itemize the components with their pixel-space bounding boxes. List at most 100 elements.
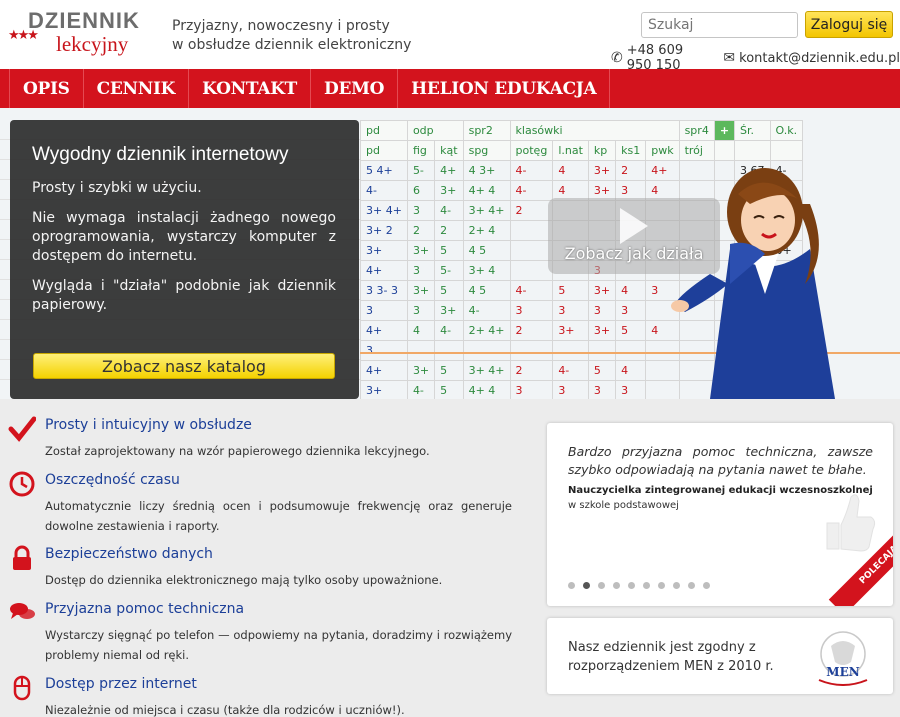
table-cell[interactable] [509, 240, 554, 261]
table-cell[interactable] [462, 340, 511, 361]
table-cell[interactable]: 3+ [360, 380, 408, 399]
table-cell[interactable]: 5 [434, 240, 464, 261]
table-cell[interactable]: 3+ [434, 180, 464, 201]
table-cell[interactable]: 4- [360, 180, 408, 201]
table-cell[interactable]: 2 [406, 220, 436, 241]
carousel-dot[interactable] [628, 582, 635, 589]
table-cell[interactable]: 2 [509, 320, 554, 341]
table-cell[interactable]: 4+ [360, 360, 408, 381]
catalog-button[interactable]: Zobacz nasz katalog [33, 353, 335, 379]
nav-item-demo[interactable]: DEMO [311, 69, 399, 108]
table-cell[interactable]: 4 5 [462, 280, 511, 301]
table-cell[interactable] [406, 340, 436, 361]
table-cell[interactable]: 3 [509, 300, 554, 321]
nav-item-kontakt[interactable]: KONTAKT [189, 69, 312, 108]
table-cell[interactable]: 5- [406, 160, 436, 181]
table-cell[interactable]: 4- [434, 320, 464, 341]
table-cell[interactable]: 3+ [587, 320, 617, 341]
table-cell[interactable]: 2 [509, 200, 554, 221]
search-input[interactable] [641, 12, 798, 38]
table-cell[interactable]: 4+ [360, 260, 408, 281]
table-cell[interactable]: 3+ [406, 240, 436, 261]
carousel-dot[interactable] [688, 582, 695, 589]
table-cell[interactable] [587, 340, 617, 361]
nav-item-helion-edukacja[interactable]: HELION EDUKACJA [398, 69, 611, 108]
carousel-dot[interactable] [658, 582, 665, 589]
table-cell[interactable]: 2+ 4 [462, 220, 511, 241]
table-cell[interactable]: 5 [434, 360, 464, 381]
table-cell[interactable] [509, 220, 554, 241]
table-cell[interactable]: 3+ [406, 360, 436, 381]
table-cell[interactable] [615, 340, 647, 361]
carousel-dot[interactable] [643, 582, 650, 589]
add-column-button[interactable]: + [713, 120, 736, 141]
carousel-dot[interactable] [613, 582, 620, 589]
table-cell[interactable]: 4+ [434, 160, 464, 181]
table-cell[interactable]: 3 [406, 300, 436, 321]
table-cell[interactable]: 3 3- 3 [360, 280, 408, 301]
carousel-dot[interactable] [598, 582, 605, 589]
table-cell[interactable]: 5 [434, 380, 464, 399]
table-cell[interactable]: 3 [360, 340, 408, 361]
carousel-dot[interactable] [703, 582, 710, 589]
table-cell[interactable]: 4- [434, 200, 464, 221]
table-cell[interactable]: 3 [587, 300, 617, 321]
table-cell[interactable] [434, 340, 464, 361]
table-cell[interactable]: 5 4+ [360, 160, 408, 181]
table-cell[interactable]: 5 [434, 280, 464, 301]
table-cell[interactable]: 4+ [360, 320, 408, 341]
table-cell[interactable]: 3 [360, 300, 408, 321]
table-cell[interactable]: 2 [509, 360, 554, 381]
table-cell[interactable]: 3+ [406, 280, 436, 301]
table-cell[interactable]: 2 [615, 160, 647, 181]
carousel-dot[interactable] [583, 582, 590, 589]
carousel-dot[interactable] [568, 582, 575, 589]
nav-item-cennik[interactable]: CENNIK [84, 69, 190, 108]
email-link[interactable]: kontakt@dziennik.edu.pl [739, 51, 900, 66]
table-cell[interactable]: 3+ [552, 320, 589, 341]
table-cell[interactable]: 4 [615, 280, 647, 301]
table-cell[interactable]: 4 [406, 320, 436, 341]
table-cell[interactable]: 3 [587, 380, 617, 399]
carousel-dot[interactable] [673, 582, 680, 589]
table-cell[interactable]: 3+ [587, 160, 617, 181]
table-cell[interactable]: 5- [434, 260, 464, 281]
table-cell[interactable]: 3 [552, 380, 589, 399]
table-cell[interactable]: 5 [587, 360, 617, 381]
table-cell[interactable]: 3 [552, 300, 589, 321]
table-cell[interactable]: 3+ 2 [360, 220, 408, 241]
table-cell[interactable]: 3+ [587, 280, 617, 301]
table-cell[interactable]: 3+ 4+ [462, 360, 511, 381]
table-cell[interactable]: 3 [406, 260, 436, 281]
table-cell[interactable] [509, 340, 554, 361]
table-cell[interactable]: 4- [509, 280, 554, 301]
table-cell[interactable]: 3+ [434, 300, 464, 321]
table-cell[interactable]: 5 [552, 280, 589, 301]
table-cell[interactable]: 3 [509, 380, 554, 399]
table-cell[interactable]: 3 [406, 200, 436, 221]
table-cell[interactable] [552, 340, 589, 361]
table-cell[interactable] [509, 260, 554, 281]
table-cell[interactable]: 5 [615, 320, 647, 341]
table-cell[interactable]: 4- [509, 160, 554, 181]
table-cell[interactable]: 4+ 4 [462, 380, 511, 399]
login-button[interactable]: Zaloguj się [805, 11, 893, 38]
table-cell[interactable]: 4- [509, 180, 554, 201]
table-cell[interactable]: 4- [552, 360, 589, 381]
table-cell[interactable]: 3 [615, 380, 647, 399]
table-cell[interactable]: 4+ 4 [462, 180, 511, 201]
nav-item-opis[interactable]: OPIS [9, 69, 84, 108]
table-cell[interactable]: 4- [462, 300, 511, 321]
table-cell[interactable]: 3+ 4+ [360, 200, 408, 221]
table-cell[interactable]: 3+ 4+ [462, 200, 511, 221]
table-cell[interactable]: 4 [615, 360, 647, 381]
logo[interactable]: ★★★ DZIENNIK lekcyjny [8, 8, 158, 58]
table-cell[interactable]: 3+ 4 [462, 260, 511, 281]
table-cell[interactable]: 3+ [360, 240, 408, 261]
table-cell[interactable]: 2 [434, 220, 464, 241]
table-cell[interactable]: 4 5 [462, 240, 511, 261]
table-cell[interactable]: 4 3+ [462, 160, 511, 181]
table-cell[interactable]: 2+ 4+ [462, 320, 511, 341]
table-cell[interactable]: 6 [406, 180, 436, 201]
table-cell[interactable]: 4 [552, 160, 589, 181]
